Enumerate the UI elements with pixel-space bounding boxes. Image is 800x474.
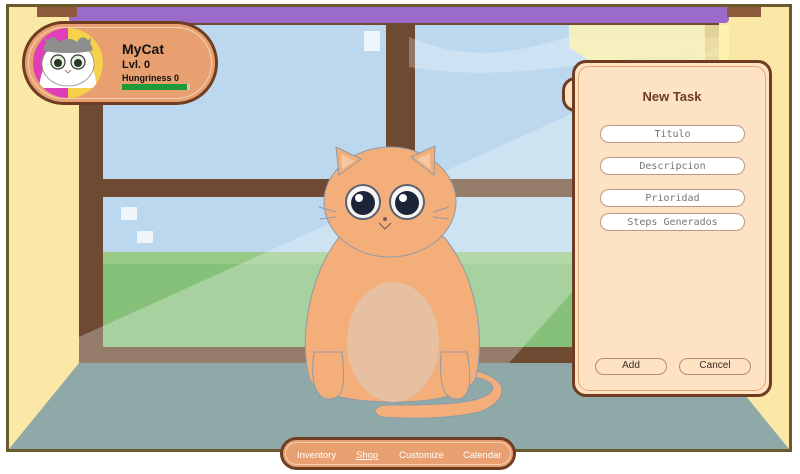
nav-inventory[interactable]: Inventory	[297, 450, 336, 461]
add-task-button[interactable]: Add	[595, 358, 667, 375]
nav-calendar[interactable]: Calendar	[463, 450, 502, 461]
new-task-panel: New Task Add Cancel	[572, 60, 772, 397]
cancel-task-button[interactable]: Cancel	[679, 358, 751, 375]
rod-bracket-right	[727, 7, 761, 17]
cat-belly	[347, 282, 439, 402]
hunger-label: Hungriness 0	[122, 73, 180, 83]
task-priority-input[interactable]	[600, 189, 745, 207]
bottom-nav: Inventory Shop Customize Calendar	[280, 437, 516, 470]
rod-bracket-left	[37, 7, 77, 17]
cat-avatar	[33, 28, 103, 98]
hunger-bar-fill	[122, 84, 187, 90]
cat-name: MyCat	[122, 41, 165, 57]
reflection	[364, 31, 380, 51]
cat-nose	[383, 217, 387, 221]
cat-level: Lvl. 0	[122, 59, 151, 71]
cat-profile-card: MyCat Lvl. 0 Hungriness 0	[22, 21, 218, 105]
task-steps-input[interactable]	[600, 213, 745, 231]
task-description-input[interactable]	[600, 157, 745, 175]
panel-title: New Task	[642, 89, 702, 104]
task-title-input[interactable]	[600, 125, 745, 143]
hunger-bar	[122, 84, 190, 90]
nav-shop[interactable]: Shop	[356, 450, 378, 461]
nav-customize[interactable]: Customize	[399, 450, 444, 461]
